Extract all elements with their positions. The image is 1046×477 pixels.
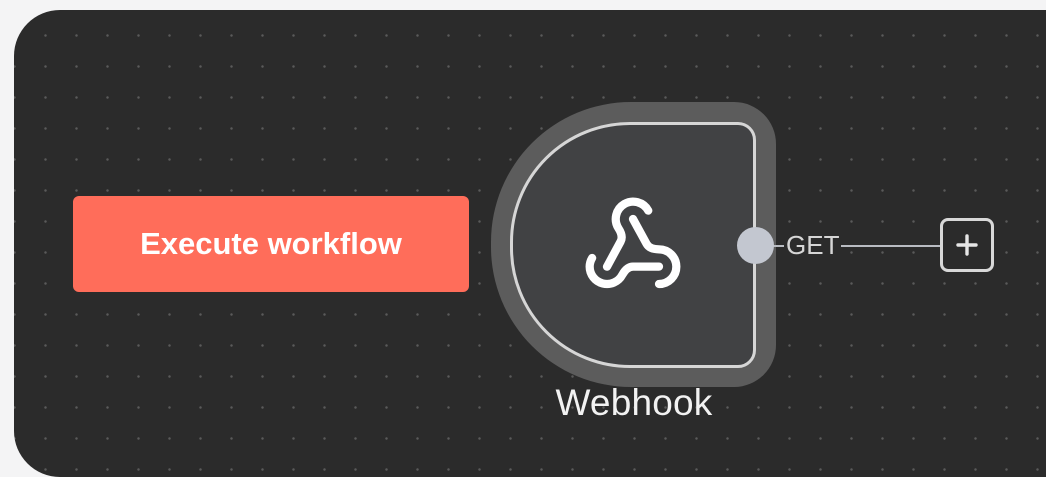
execute-workflow-button[interactable]: Execute workflow xyxy=(73,196,469,292)
node-title: Webhook xyxy=(555,382,713,423)
workflow-canvas[interactable]: Execute workflow Webhook GET xyxy=(14,10,1046,477)
plus-icon xyxy=(956,234,978,256)
output-method-label: GET xyxy=(784,228,842,262)
output-handle[interactable] xyxy=(737,227,774,264)
webhook-node[interactable] xyxy=(510,122,756,368)
webhook-icon xyxy=(585,197,681,289)
add-node-button[interactable] xyxy=(940,218,994,272)
